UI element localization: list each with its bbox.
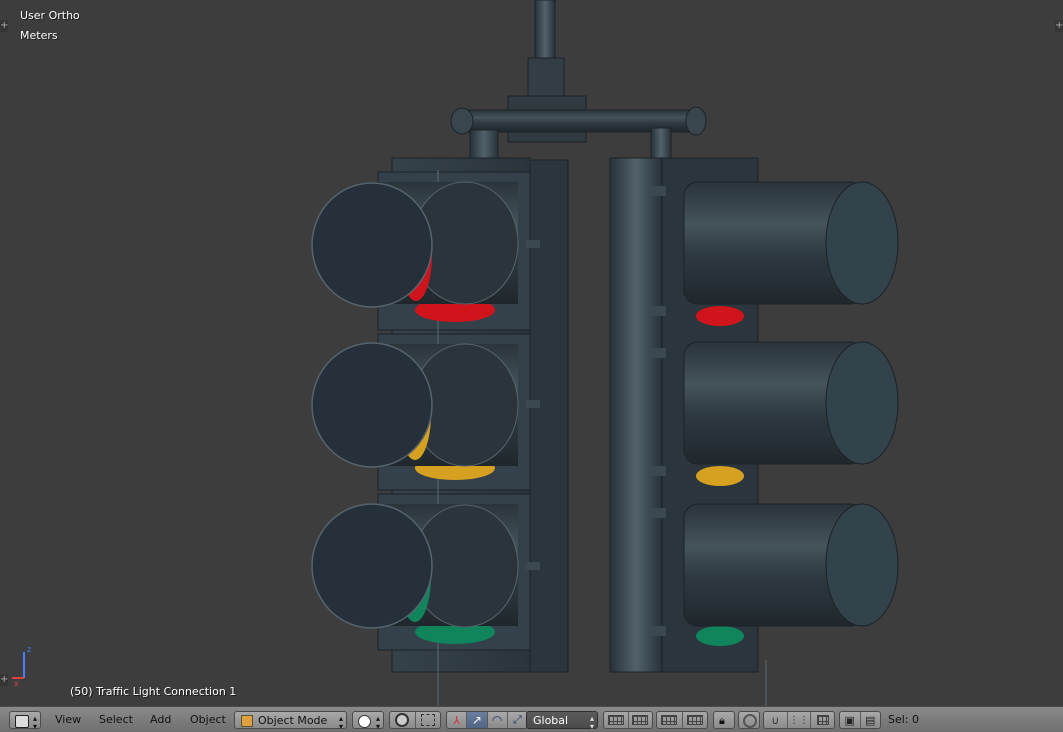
cube-icon — [241, 715, 253, 727]
units-label: Meters — [20, 29, 58, 42]
manipulator-toggle[interactable]: ⅄ — [447, 712, 468, 728]
region-expand-bottom-left-icon[interactable]: + — [0, 674, 8, 686]
axis-gizmo: z x — [12, 645, 31, 688]
render-animation-button[interactable]: ▤ — [861, 712, 881, 728]
active-object-label: (50) Traffic Light Connection 1 — [70, 685, 237, 698]
3d-view-header: ▴ ▾ View Select Add Object Object Mode ▴ ▾… — [0, 706, 1063, 732]
proportional-edit-button[interactable] — [416, 712, 441, 728]
proportional-editing-button[interactable] — [738, 711, 760, 729]
right-signal-head — [609, 157, 899, 706]
camera-icon: ▣ — [844, 713, 855, 727]
snap-target-button[interactable] — [811, 712, 834, 728]
layers-group-1[interactable] — [603, 711, 653, 729]
region-expand-right-icon[interactable]: + — [1055, 20, 1063, 32]
render-opengl-button[interactable]: ▣ — [840, 712, 861, 728]
layers-group-2[interactable] — [656, 711, 708, 729]
mode-select-value: Object Mode — [258, 714, 328, 727]
3d-view-icon — [15, 715, 29, 728]
rotate-arc-icon: ◠ — [491, 713, 503, 727]
solid-shading-icon — [358, 715, 371, 728]
manipulator-group[interactable]: ⅄ ↗ ◠ ⤢ — [446, 711, 528, 729]
render-group[interactable]: ▣ ▤ — [839, 711, 881, 729]
3d-viewport[interactable]: z x User Ortho Meters (50) Traffic Light… — [0, 0, 1063, 706]
shading-select[interactable]: ▴ ▾ — [352, 711, 384, 731]
pivot-bounding-box-icon — [395, 713, 410, 727]
layer-buttons-4[interactable] — [683, 712, 708, 728]
pivot-select[interactable] — [390, 712, 416, 728]
snap-increment-icon: ⋮⋮ — [789, 714, 809, 726]
layer-grid-icon — [607, 715, 624, 725]
pole-clamp — [527, 57, 565, 101]
snap-toggle[interactable]: ∪ — [764, 712, 788, 728]
scale-icon: ⤢ — [512, 713, 522, 726]
snap-element-select[interactable]: ⋮⋮ — [788, 712, 812, 728]
axis-x-label: x — [14, 679, 19, 688]
layer-buttons-3[interactable] — [657, 712, 683, 728]
lock-layers-button[interactable]: 🔒︎ — [713, 711, 735, 729]
layer-buttons-2[interactable] — [629, 712, 653, 728]
selection-status: Sel: 0 — [888, 713, 920, 726]
scale-manipulator[interactable]: ⤢ — [508, 712, 527, 728]
snap-grid-icon — [816, 715, 829, 725]
magnet-icon: ∪ — [771, 713, 780, 727]
menu-add[interactable]: Add — [148, 711, 173, 729]
editor-type-button[interactable]: ▴ ▾ — [9, 711, 41, 731]
menu-view[interactable]: View — [53, 711, 83, 729]
axes-icon: ⅄ — [453, 713, 460, 727]
region-expand-left-icon[interactable]: + — [0, 20, 8, 32]
pivot-group[interactable] — [389, 711, 441, 729]
layer-grid-icon — [686, 715, 703, 725]
orientation-select[interactable]: Global ▴ ▾ — [526, 711, 598, 731]
orientation-select-value: Global — [533, 714, 569, 727]
traffic-light-scene[interactable]: z x — [0, 0, 1063, 706]
layer-grid-icon — [632, 715, 649, 725]
lock-icon: 🔒︎ — [719, 714, 725, 727]
axis-z-label: z — [27, 645, 31, 654]
arrow-icon: ↗ — [471, 713, 482, 727]
menu-object[interactable]: Object — [188, 711, 228, 729]
manipulator-center-icon — [420, 714, 435, 726]
pole — [534, 0, 556, 65]
layer-grid-icon — [661, 715, 678, 725]
layer-buttons-1[interactable] — [604, 712, 629, 728]
translate-manipulator[interactable]: ↗ — [467, 712, 488, 728]
mode-select[interactable]: Object Mode ▴ ▾ — [234, 711, 347, 731]
proportional-circle-icon — [743, 714, 757, 728]
menu-select[interactable]: Select — [97, 711, 135, 729]
view-name-label: User Ortho — [20, 9, 80, 22]
clapper-icon: ▤ — [865, 713, 876, 727]
left-signal-head — [311, 157, 569, 706]
rotate-manipulator[interactable]: ◠ — [488, 712, 508, 728]
snap-group[interactable]: ∪ ⋮⋮ — [763, 711, 835, 729]
